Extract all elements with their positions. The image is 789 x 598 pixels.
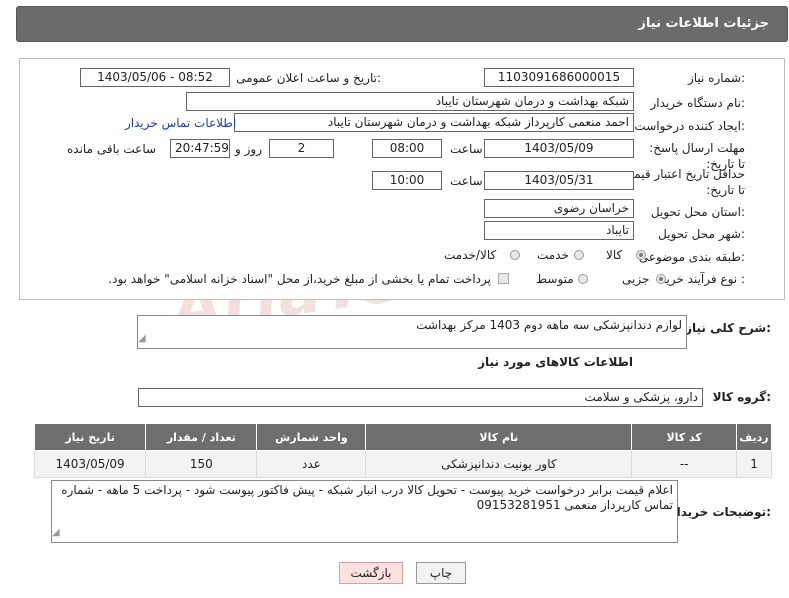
category-goods-service-label: کالا/خدمت <box>444 248 497 262</box>
buyer-notes-label: توضیحات خریدار: <box>669 505 771 519</box>
city-label: شهر محل تحویل: <box>658 227 745 241</box>
category-service-radio[interactable] <box>574 250 584 260</box>
cell-item-code: -- <box>631 450 738 478</box>
category-goods-service-radio[interactable] <box>510 250 520 260</box>
cell-item-name: کاور یونیت دندانپزشکی <box>365 450 633 478</box>
table-row: 1 -- کاور یونیت دندانپزشکی عدد 150 1403/… <box>33 450 772 478</box>
cell-need-date: 1403/05/09 <box>33 450 147 478</box>
price-time-label: ساعت <box>450 174 483 188</box>
treasury-payment-note: پرداخت تمام یا بخشی از مبلغ خرید،از محل … <box>108 272 491 286</box>
category-goods-radio[interactable] <box>636 250 646 260</box>
category-service-label: خدمت <box>537 248 569 262</box>
cell-unit: عدد <box>256 450 367 478</box>
resize-grip-icon: ◢ <box>138 333 146 344</box>
col-item-name: نام کالا <box>365 423 633 451</box>
price-validity-time-field: 10:00 <box>372 171 442 190</box>
buyer-org-field: شبکه بهداشت و درمان شهرستان تایباد <box>186 92 634 111</box>
city-field: تایباد <box>484 221 634 240</box>
remaining-time-field: 20:47:59 <box>170 139 230 158</box>
buyer-org-label: نام دستگاه خریدار: <box>650 96 746 110</box>
goods-group-field: دارو، پزشکی و سلامت <box>138 388 703 407</box>
remaining-time-label: ساعت باقی مانده <box>67 142 157 156</box>
back-button[interactable]: بازگشت <box>339 562 403 584</box>
need-description-field: لوازم دندانپزشکی سه ماهه دوم 1403 مرکز ب… <box>137 315 687 349</box>
process-minor-radio[interactable] <box>656 274 666 284</box>
reply-date-field: 1403/05/09 <box>484 139 634 158</box>
need-number-label: شماره نیاز: <box>687 71 745 85</box>
price-validity-date-field: 1403/05/31 <box>484 171 634 190</box>
treasury-payment-checkbox[interactable] <box>498 273 509 284</box>
page-header: جزئیات اطلاعات نیاز <box>16 6 788 42</box>
process-minor-label: جزیی <box>622 272 650 286</box>
reply-time-label: ساعت <box>450 142 483 156</box>
col-item-code: کد کالا <box>631 423 738 451</box>
process-medium-radio[interactable] <box>578 274 588 284</box>
process-type-label: نوع فرآیند خرید : <box>660 272 745 286</box>
goods-table: ردیف کد کالا نام کالا واحد شمارش تعداد /… <box>33 423 772 478</box>
goods-section-title: اطلاعات کالاهای مورد نیاز <box>478 355 633 369</box>
buyer-contact-link[interactable]: اطلاعات تماس خریدار <box>125 116 236 130</box>
page-title: جزئیات اطلاعات نیاز <box>638 16 769 31</box>
days-remaining-field: 2 <box>269 139 334 158</box>
reply-time-field: 08:00 <box>372 139 442 158</box>
goods-group-label: گروه کالا: <box>712 390 771 404</box>
category-label: طبقه بندی موضوعی: <box>638 250 745 264</box>
cell-quantity: 150 <box>145 450 258 478</box>
col-quantity: تعداد / مقدار <box>145 423 258 451</box>
requester-label: ایجاد کننده درخواست: <box>634 119 745 133</box>
buyer-notes-field: اعلام قیمت برابر درخواست خرید پیوست - تح… <box>51 480 678 543</box>
goods-table-header: ردیف کد کالا نام کالا واحد شمارش تعداد /… <box>33 423 772 451</box>
announce-datetime-field: 1403/05/06 - 08:52 <box>80 68 230 87</box>
days-label: روز و <box>235 142 262 156</box>
col-unit: واحد شمارش <box>256 423 367 451</box>
print-button[interactable]: چاپ <box>416 562 466 584</box>
process-medium-label: متوسط <box>536 272 574 286</box>
province-label: استان محل تحویل: <box>650 205 745 219</box>
cell-row-number: 1 <box>736 450 772 478</box>
resize-grip-icon: ◢ <box>52 527 60 538</box>
need-number-field: 1103091686000015 <box>484 68 634 87</box>
col-row-number: ردیف <box>736 423 772 451</box>
price-validity-label: حداقل تاریخ اعتبار قیمت: تا تاریخ: <box>618 167 745 197</box>
province-field: خراسان رضوی <box>484 199 634 218</box>
category-goods-label: کالا <box>606 248 623 262</box>
announce-datetime-label: تاریخ و ساعت اعلان عمومی: <box>236 71 381 85</box>
col-need-date: تاریخ نیاز <box>33 423 147 451</box>
requester-field: احمد منعمی کارپرداز شبکه بهداشت و درمان … <box>234 113 634 132</box>
need-description-label: شرح کلی نیاز: <box>685 321 771 335</box>
